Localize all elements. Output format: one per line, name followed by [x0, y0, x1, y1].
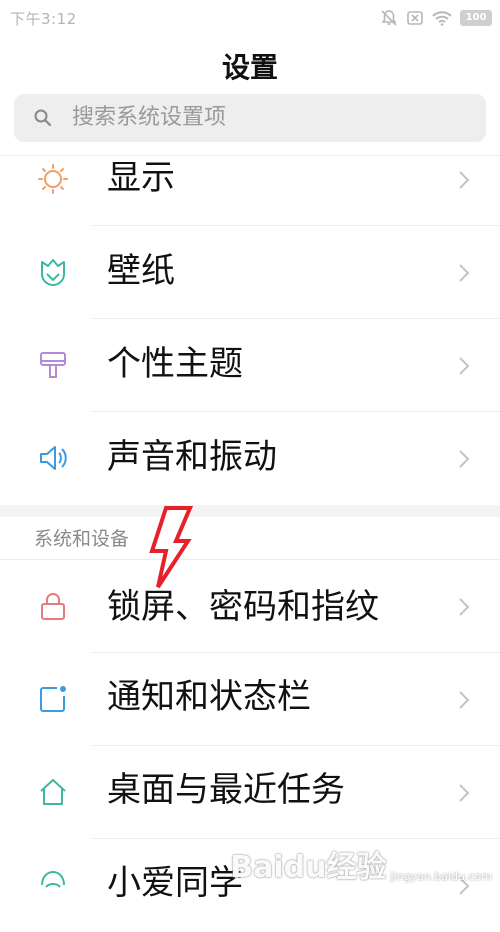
- wifi-icon: [432, 11, 452, 26]
- speaker-icon: [36, 441, 70, 475]
- tulip-icon: [36, 255, 70, 289]
- list-item-label: 桌面与最近任务: [107, 770, 345, 810]
- list-item-label: 锁屏、密码和指纹: [107, 587, 379, 627]
- chevron-right-icon: [459, 691, 470, 709]
- assistant-icon: [36, 866, 70, 900]
- status-time: 下午3:12: [10, 10, 77, 28]
- chevron-right-icon: [459, 784, 470, 802]
- settings-list-personal: 显示 壁纸 个性主题 声音和振动: [0, 133, 500, 505]
- chevron-right-icon: [459, 264, 470, 282]
- home-icon: [36, 775, 70, 809]
- list-item-wallpaper[interactable]: 壁纸: [0, 226, 500, 319]
- status-icons: 100: [380, 9, 492, 27]
- watermark: Baidu经验 jingyan.baidu.com: [230, 853, 492, 883]
- search-placeholder: 搜索系统设置项: [72, 105, 227, 130]
- section-header: 系统和设备: [34, 528, 130, 550]
- chevron-right-icon: [459, 450, 470, 468]
- chevron-right-icon: [459, 171, 470, 189]
- list-item-sound[interactable]: 声音和振动: [0, 412, 500, 505]
- lightning-bolt-icon: [149, 506, 194, 589]
- status-bar: 下午3:12 100: [0, 0, 500, 34]
- list-item-label: 通知和状态栏: [107, 677, 311, 717]
- brush-icon: [36, 348, 70, 382]
- list-item-theme[interactable]: 个性主题: [0, 319, 500, 412]
- list-item-notifications[interactable]: 通知和状态栏: [0, 653, 500, 746]
- list-item-label: 小爱同学: [107, 863, 243, 903]
- search-icon: [34, 109, 52, 127]
- sim-icon: [407, 11, 423, 25]
- battery-indicator: 100: [460, 10, 492, 26]
- watermark-url: jingyan.baidu.com: [390, 870, 492, 883]
- section-separator: [0, 505, 500, 517]
- sun-icon: [36, 162, 70, 196]
- mute-icon: [381, 10, 397, 26]
- list-item-lockscreen[interactable]: 锁屏、密码和指纹: [0, 560, 500, 653]
- chevron-right-icon: [459, 598, 470, 616]
- notification-icon: [36, 682, 70, 716]
- list-item-label: 声音和振动: [107, 437, 277, 477]
- list-item-label: 壁纸: [107, 251, 175, 291]
- lock-icon: [36, 589, 70, 623]
- chevron-right-icon: [459, 357, 470, 375]
- list-item-label: 显示: [107, 158, 175, 198]
- list-item-display[interactable]: 显示: [0, 133, 500, 226]
- list-item-label: 个性主题: [107, 344, 243, 384]
- list-item-home-screen[interactable]: 桌面与最近任务: [0, 746, 500, 839]
- page-title: 设置: [221, 51, 278, 84]
- watermark-logo: Baidu经验: [230, 850, 387, 885]
